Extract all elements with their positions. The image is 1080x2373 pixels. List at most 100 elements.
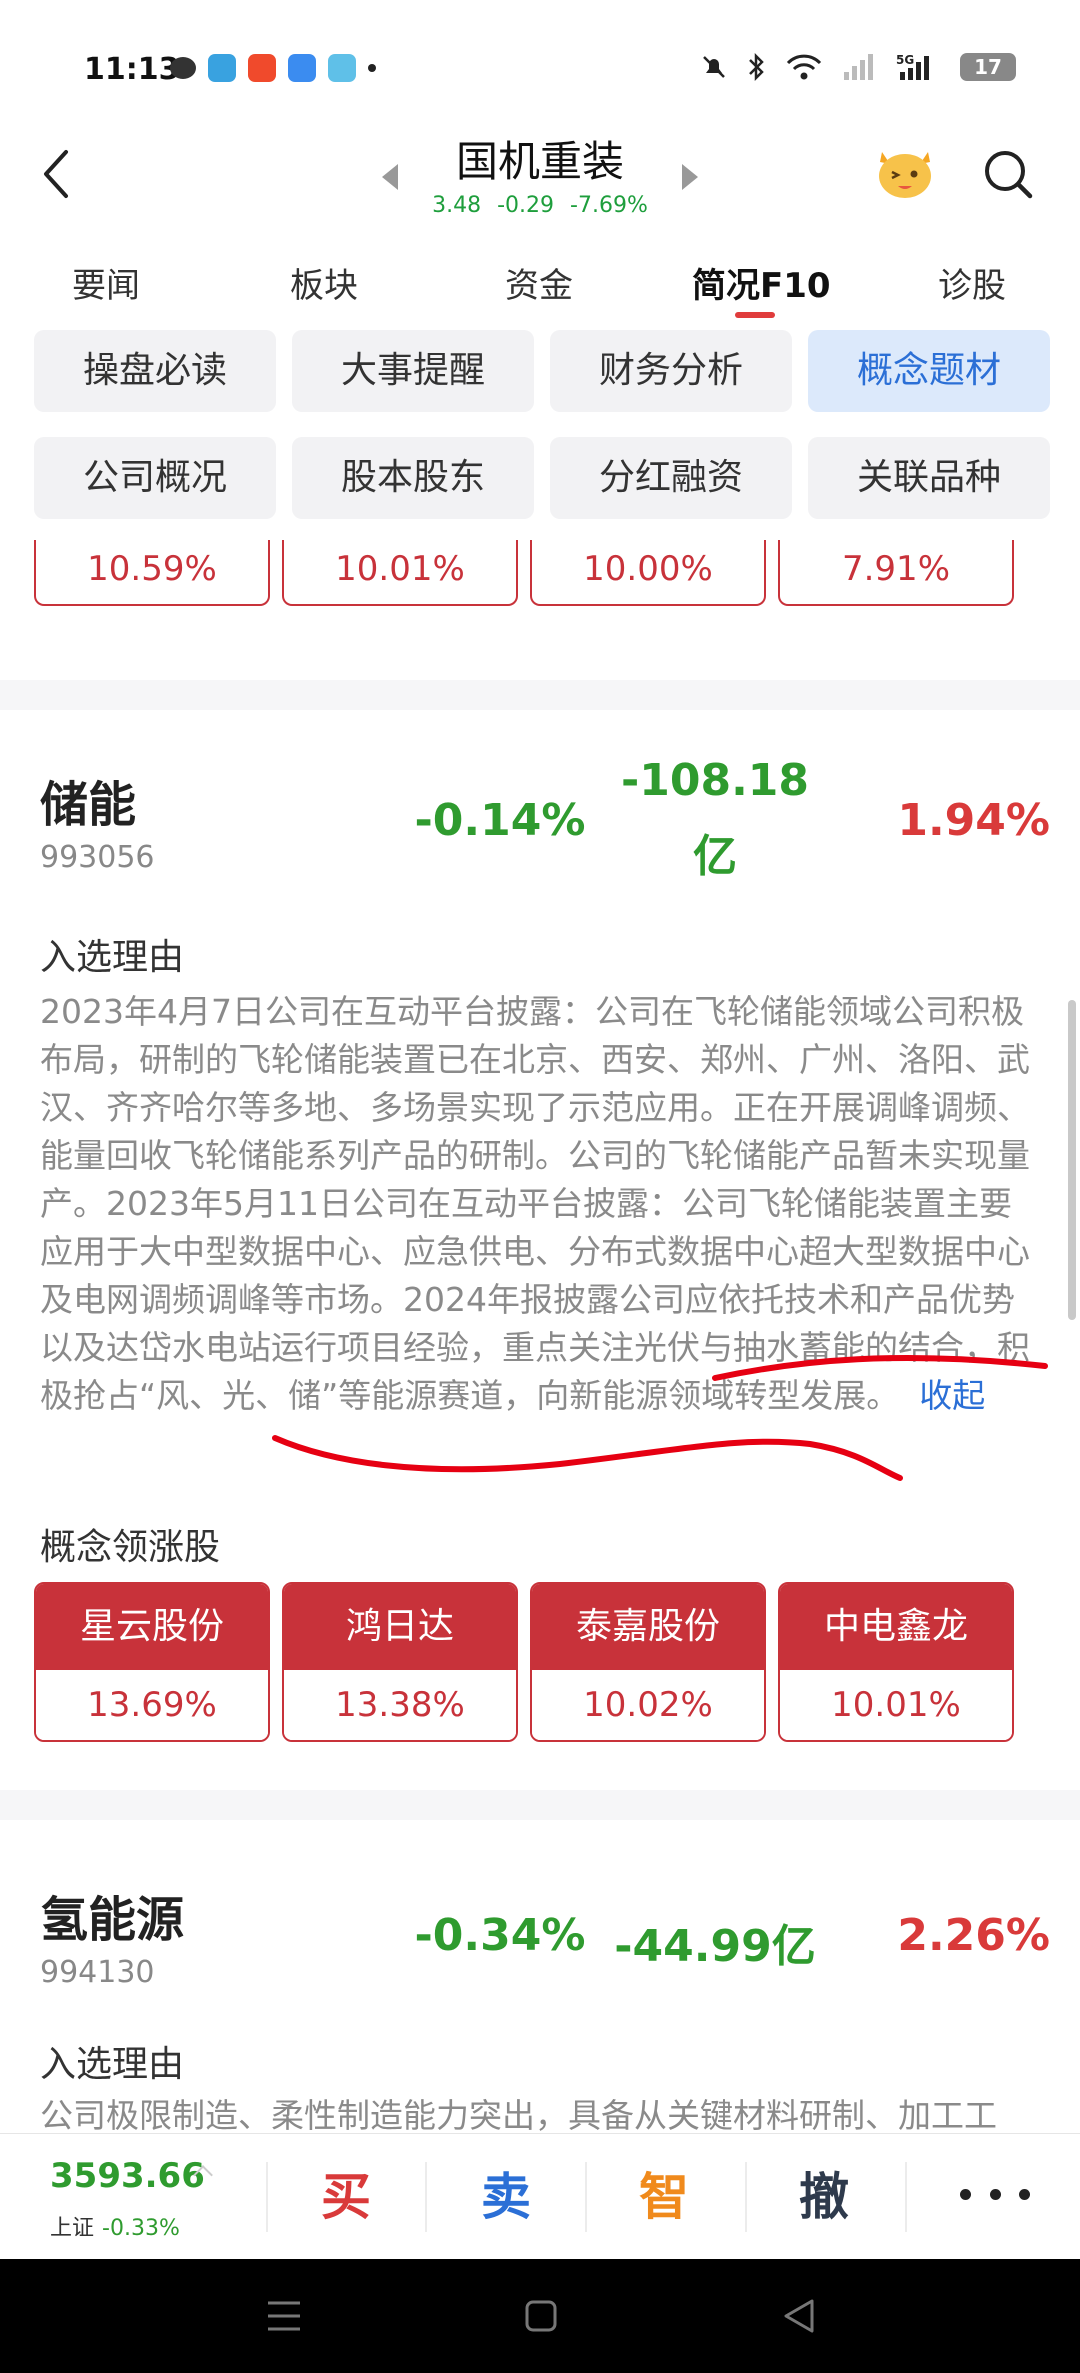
- more-notifications-icon: [368, 64, 376, 72]
- bluetooth-icon: [749, 52, 764, 82]
- main-tabs: 要闻 板块 资金 简况F10 诊股: [0, 250, 1080, 320]
- wechat-icon: [170, 57, 196, 79]
- stock-quote: 3.48 -0.29 -7.69%: [360, 193, 720, 218]
- leaders-label: 概念领涨股: [40, 1527, 221, 1568]
- tab-diagnosis[interactable]: 诊股: [938, 258, 1006, 307]
- tab-f10[interactable]: 简况F10: [692, 258, 831, 307]
- leader-name: 鸿日达: [284, 1584, 516, 1670]
- back-icon[interactable]: [36, 144, 76, 204]
- section-divider: [0, 1790, 1080, 1820]
- concept-code: 993056: [40, 840, 155, 875]
- stock-title: 国机重装 3.48 -0.29 -7.69%: [360, 128, 720, 218]
- menu-icon[interactable]: [266, 2299, 302, 2333]
- reason-label: 入选理由: [40, 937, 185, 978]
- concept-ratio: 2.26%: [897, 1910, 1050, 1961]
- home-icon[interactable]: [524, 2299, 558, 2333]
- subnav-company-profile[interactable]: 公司概况: [34, 437, 276, 519]
- status-right: 5G 17: [700, 52, 1016, 82]
- index-label: 上证 -0.33%: [50, 2210, 180, 2242]
- concept-name[interactable]: 氢能源: [40, 1880, 184, 1950]
- more-icon[interactable]: [960, 2184, 1030, 2204]
- stock-price: 3.48: [432, 193, 482, 218]
- leader-name: 泰嘉股份: [532, 1584, 764, 1670]
- status-bar: 11:13 5G 17: [0, 0, 1080, 140]
- subnav-trading-must-read[interactable]: 操盘必读: [34, 330, 276, 412]
- stock-name: 国机重装: [455, 137, 624, 186]
- stock-change: -0.29: [497, 193, 555, 218]
- subnav-shareholders[interactable]: 股本股东: [292, 437, 534, 519]
- leader-card-partial[interactable]: 7.91%: [778, 540, 1014, 606]
- net-flow-unit: 亿: [693, 831, 737, 882]
- leader-card-partial[interactable]: 10.00%: [530, 540, 766, 606]
- leader-card[interactable]: 星云股份 13.69%: [34, 1582, 270, 1742]
- back-nav-icon[interactable]: [782, 2297, 816, 2335]
- sell-button[interactable]: 卖: [446, 2154, 566, 2240]
- index-change: -0.33%: [102, 2216, 180, 2241]
- system-nav-bar: [0, 2259, 1080, 2373]
- wifi-icon: [786, 54, 822, 80]
- app-icon-cyan: [328, 54, 356, 82]
- telegram-icon: [208, 54, 236, 82]
- leader-name: 中电鑫龙: [780, 1584, 1012, 1670]
- subnav-financials[interactable]: 财务分析: [550, 330, 792, 412]
- mascot-icon[interactable]: [872, 142, 938, 202]
- reason-text: 公司极限制造、柔性制造能力突出，具备从关键材料研制、加工工: [40, 2096, 997, 2132]
- signal-weak-icon: [844, 54, 873, 80]
- status-time: 11:13: [84, 52, 180, 87]
- notification-icons: [170, 54, 376, 82]
- reason-text: 2023年4月7日公司在互动平台披露：公司在飞轮储能领域公司积极布局，研制的飞轮…: [40, 988, 1040, 1420]
- reason-body: 2023年4月7日公司在互动平台披露：公司在飞轮储能领域公司积极布局，研制的飞轮…: [40, 992, 1030, 1415]
- leader-card-partial[interactable]: 10.01%: [282, 540, 518, 606]
- tab-funds[interactable]: 资金: [505, 258, 573, 307]
- subnav-dividends[interactable]: 分红融资: [550, 437, 792, 519]
- net-flow-value: -108.18: [620, 755, 810, 806]
- stock-header: 国机重装 3.48 -0.29 -7.69%: [0, 120, 1080, 230]
- smart-button[interactable]: 智: [604, 2154, 724, 2240]
- concept-code: 994130: [40, 1955, 155, 1990]
- subnav-concepts[interactable]: 概念题材: [808, 330, 1050, 412]
- concept-ratio: 1.94%: [897, 795, 1050, 846]
- tab-sector[interactable]: 板块: [290, 258, 358, 307]
- cancel-order-button[interactable]: 撤: [764, 2154, 884, 2240]
- concept-net-flow: -108.18 亿: [600, 755, 830, 884]
- leader-pct: 13.69%: [36, 1670, 268, 1740]
- leader-pct: 10.02%: [532, 1670, 764, 1740]
- concept-name[interactable]: 储能: [40, 765, 136, 835]
- leader-card[interactable]: 中电鑫龙 10.01%: [778, 1582, 1014, 1742]
- separator: [745, 2162, 747, 2232]
- leader-card-partial[interactable]: 10.59%: [34, 540, 270, 606]
- trade-bar: 3593.66 上证 -0.33% 买 卖 智 撤: [0, 2133, 1080, 2259]
- separator: [425, 2162, 427, 2232]
- leader-card[interactable]: 泰嘉股份 10.02%: [530, 1582, 766, 1742]
- separator: [905, 2162, 907, 2232]
- tab-news[interactable]: 要闻: [72, 258, 140, 307]
- buy-button[interactable]: 买: [286, 2154, 406, 2240]
- scrollbar[interactable]: [1068, 1000, 1076, 1320]
- leader-name: 星云股份: [36, 1584, 268, 1670]
- signal-5g-icon: 5G: [896, 53, 929, 80]
- active-tab-indicator: [735, 312, 775, 318]
- concept-change-pct: -0.34%: [414, 1910, 586, 1961]
- video-app-icon: [248, 54, 276, 82]
- mute-icon: [703, 56, 725, 78]
- leader-card[interactable]: 鸿日达 13.38%: [282, 1582, 518, 1742]
- concept-net-flow: -44.99亿: [614, 1921, 816, 1972]
- index-name: 上证: [50, 2216, 95, 2241]
- svg-text:5G: 5G: [896, 53, 914, 67]
- search-icon[interactable]: [980, 146, 1036, 202]
- subnav-related[interactable]: 关联品种: [808, 437, 1050, 519]
- separator: [266, 2162, 268, 2232]
- leader-pct: 13.38%: [284, 1670, 516, 1740]
- index-value[interactable]: 3593.66: [50, 2156, 205, 2196]
- app-icon-blue: [288, 54, 316, 82]
- stock-change-pct: -7.69%: [570, 193, 648, 218]
- separator: [585, 2162, 587, 2232]
- collapse-link[interactable]: 收起: [919, 1376, 985, 1415]
- battery-icon: 17: [960, 53, 1016, 81]
- subnav-events[interactable]: 大事提醒: [292, 330, 534, 412]
- next-stock-icon[interactable]: [682, 164, 698, 190]
- reason-label: 入选理由: [40, 2044, 185, 2085]
- concept-change-pct: -0.14%: [414, 795, 586, 846]
- leader-pct: 10.01%: [780, 1670, 1012, 1740]
- section-divider: [0, 680, 1080, 710]
